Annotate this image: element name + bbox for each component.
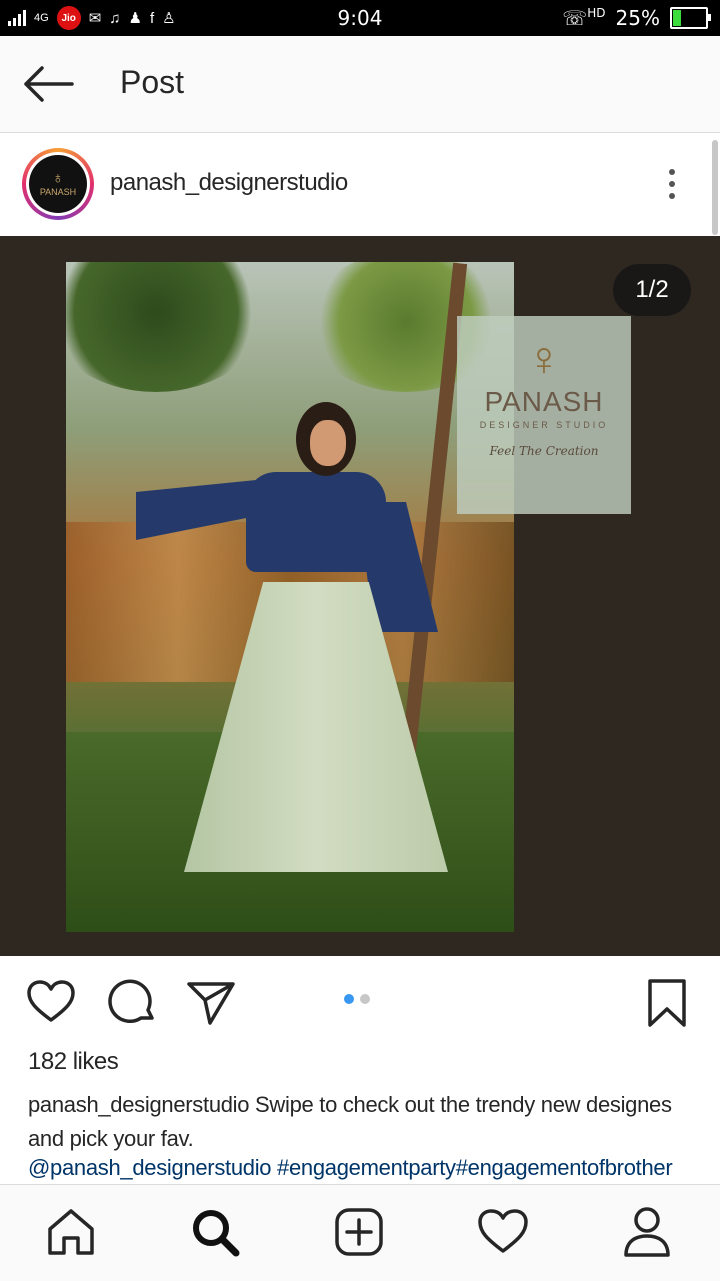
post-media[interactable]: ♀ PANASH DESIGNER STUDIO Feel The Creati… [0,236,720,956]
caption: panash_designerstudio Swipe to check out… [28,1088,688,1156]
tag-mention[interactable]: @panash_designerstudio [28,1155,272,1180]
bottom-nav [0,1184,720,1281]
tag-hashtag[interactable]: #engagementparty [271,1155,456,1180]
scrollbar[interactable] [712,140,718,235]
home-icon[interactable] [44,1205,98,1259]
brand-watermark: ♀ PANASH DESIGNER STUDIO Feel The Creati… [457,316,631,514]
likes-count[interactable]: 182 likes [28,1048,119,1076]
brand-subtitle: DESIGNER STUDIO [479,420,609,430]
tag-hashtag[interactable]: #engagementofbrother [456,1155,673,1180]
profile-icon[interactable] [620,1205,674,1259]
app-bar: Post [0,36,720,133]
carousel-dot [360,994,370,1004]
bookmark-icon[interactable] [644,978,690,1028]
brand-tagline: Feel The Creation [489,444,599,458]
post-photo [66,262,514,932]
more-options-icon[interactable] [662,167,682,201]
status-right: ☏HD 25% [562,6,711,30]
image-counter: 1/2 [613,264,691,316]
call-hd-icon: ☏HD [562,6,606,30]
search-icon[interactable] [188,1205,242,1259]
post-username[interactable]: panash_designerstudio [110,169,348,197]
carousel-dot-active [344,994,354,1004]
back-arrow-icon[interactable] [22,64,74,104]
share-icon[interactable] [186,978,236,1028]
caption-username[interactable]: panash_designerstudio [28,1092,250,1117]
avatar-logo: ♁ PANASH [29,155,87,213]
action-bar [0,956,720,1046]
activity-heart-icon[interactable] [476,1205,530,1259]
add-post-icon[interactable] [332,1205,386,1259]
page-title: Post [120,64,185,100]
heart-icon[interactable] [26,978,76,1028]
status-bar: 4G Jio ✉ ♫ ♟ f ♙ 9:04 ☏HD 25% [0,0,720,36]
avatar[interactable]: ♁ PANASH [22,148,94,220]
carousel-indicator [344,994,370,1004]
battery-text: 25% [615,6,660,30]
battery-icon [670,7,711,29]
comment-icon[interactable] [108,978,158,1028]
caption-tags: @panash_designerstudio #engagementparty#… [28,1155,708,1185]
post-header: ♁ PANASH panash_designerstudio [0,133,720,235]
brand-name: PANASH [484,386,604,417]
dress-logo-icon: ♀ [526,333,562,386]
